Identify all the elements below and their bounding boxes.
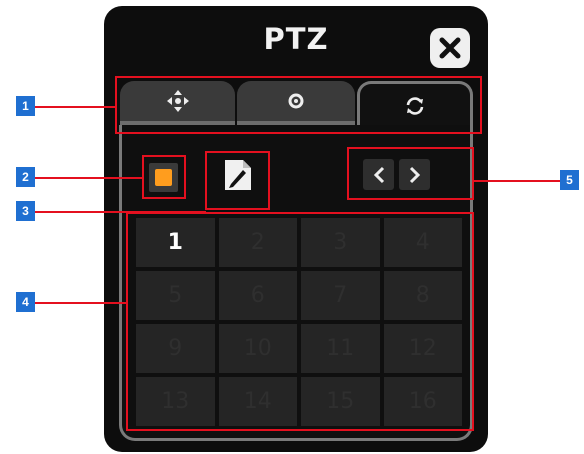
callout-box-nav xyxy=(347,147,474,200)
close-button[interactable] xyxy=(430,28,470,68)
annotation-badge: 2 xyxy=(16,167,35,187)
leader-line xyxy=(34,302,127,304)
leader-line xyxy=(34,211,206,213)
leader-line xyxy=(34,177,143,179)
callout-box-edit xyxy=(205,151,270,210)
annotation-badge: 3 xyxy=(16,201,35,221)
callout-box-grid xyxy=(126,212,474,431)
leader-line xyxy=(473,180,561,182)
callout-box-stop xyxy=(142,155,186,199)
annotation-badge: 4 xyxy=(16,292,35,312)
leader-line xyxy=(34,106,116,108)
callout-box-tabs xyxy=(115,76,482,134)
annotation-badge: 5 xyxy=(560,170,579,190)
close-icon xyxy=(439,37,461,59)
annotation-badge: 1 xyxy=(16,96,35,116)
